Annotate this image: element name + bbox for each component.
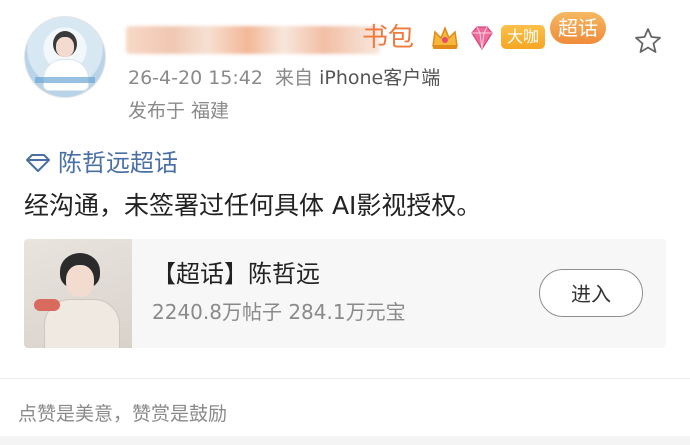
crown-icon xyxy=(432,25,458,49)
timestamp: 26-4-20 15:42 xyxy=(128,67,263,89)
post-location: 发布于 福建 xyxy=(128,100,230,122)
post-text: 经沟通，未签署过任何具体 AI影视授权。 xyxy=(24,191,482,220)
topic-label: 陈哲远超话 xyxy=(58,149,178,177)
source-prefix: 来自 xyxy=(275,67,314,89)
footer-bar xyxy=(0,436,690,445)
enter-button[interactable]: 进入 xyxy=(539,269,643,317)
source-client[interactable]: iPhone客户端 xyxy=(319,67,440,89)
topic-card-title: 【超话】陈哲远 xyxy=(152,260,320,288)
reward-hint[interactable]: 点赞是美意，赞赏是鼓励 xyxy=(18,401,227,427)
diamond-icon xyxy=(471,26,493,51)
dakai-badge[interactable]: 大咖 xyxy=(501,25,546,49)
chaohua-badge[interactable]: 超话 xyxy=(550,12,606,44)
username-suffix[interactable]: 书包 xyxy=(362,22,414,54)
topic-card-thumbnail xyxy=(24,239,132,348)
topic-card[interactable]: 【超话】陈哲远 2240.8万帖子 284.1万元宝 进入 xyxy=(24,239,666,348)
username-redacted[interactable] xyxy=(126,26,380,54)
divider xyxy=(0,378,690,379)
diamond-icon xyxy=(26,154,50,172)
post-meta: 26-4-20 15:42 来自 iPhone客户端 xyxy=(128,66,440,90)
topic-link[interactable]: 陈哲远超话 xyxy=(24,148,178,178)
star-icon[interactable] xyxy=(633,26,663,56)
topic-card-stats: 2240.8万帖子 284.1万元宝 xyxy=(152,300,406,324)
avatar[interactable] xyxy=(24,16,106,98)
